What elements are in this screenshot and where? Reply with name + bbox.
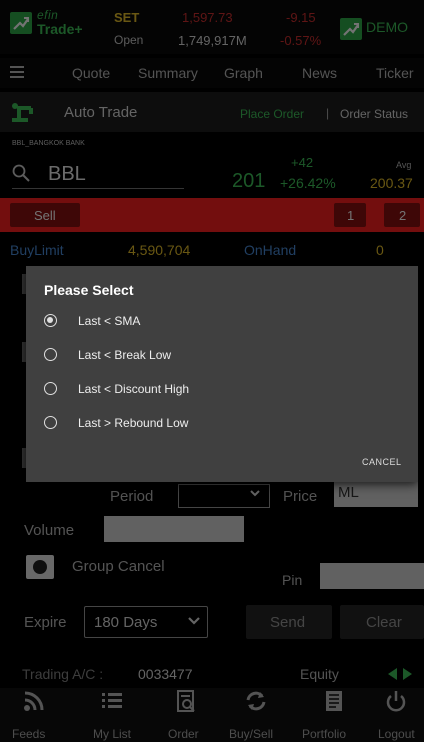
bottom-nav-label: Feeds	[12, 727, 46, 741]
feeds-icon	[24, 691, 44, 711]
price-label: Price	[283, 488, 318, 505]
market-volume: 1,749,917M	[178, 33, 247, 48]
dialog-option[interactable]: Last < SMA	[40, 308, 400, 336]
bottom-nav-label: My List	[93, 727, 132, 741]
bottom-nav-label: Portfolio	[302, 727, 347, 741]
brand-trade: Trade+	[37, 21, 83, 37]
select-dialog: Please Select Last < SMA Last < Break Lo…	[26, 266, 418, 482]
symbol-input[interactable]: BBL	[48, 163, 86, 186]
expire-value: 180 Days	[94, 614, 158, 631]
dialog-cancel-button[interactable]: CANCEL	[362, 457, 402, 467]
price-change-pct: +26.42%	[280, 175, 336, 191]
price-value: ML	[338, 484, 359, 501]
radio-unselected-icon	[44, 348, 57, 361]
group-cancel-label: Group Cancel	[72, 558, 165, 575]
dialog-option[interactable]: Last < Discount High	[40, 376, 400, 404]
bottom-nav-logout[interactable]	[366, 690, 424, 712]
tab-summary[interactable]: Summary	[138, 65, 198, 81]
radio-unselected-icon	[44, 382, 57, 395]
index-value: 1,597.73	[182, 10, 233, 25]
dialog-option[interactable]: Last < Break Low	[40, 342, 400, 370]
market-name: SET	[114, 10, 140, 25]
place-order-link[interactable]: Place Order	[240, 107, 304, 121]
bottom-nav-portfolio[interactable]	[304, 690, 364, 712]
chevron-down-icon	[188, 617, 200, 625]
robot-arm-icon	[12, 103, 33, 122]
list-icon	[102, 693, 122, 708]
auto-trade-title: Auto Trade	[64, 104, 138, 121]
buylimit-label: BuyLimit	[10, 242, 64, 258]
tab-news[interactable]: News	[302, 65, 337, 81]
search-icon[interactable]	[12, 164, 30, 182]
radio-selected-icon	[44, 314, 57, 327]
dialog-option-label: Last < SMA	[78, 314, 141, 328]
buysell-icon	[246, 691, 266, 711]
period-label: Period	[110, 488, 154, 505]
power-icon	[386, 691, 406, 712]
onhand-label: OnHand	[244, 242, 297, 258]
bottom-nav-label: Order	[168, 727, 199, 741]
dialog-option-label: Last < Discount High	[78, 382, 190, 396]
sell-label: Sell	[34, 208, 56, 223]
symbol-underline	[12, 188, 184, 189]
index-change: -9.15	[286, 10, 316, 25]
clear-label: Clear	[366, 614, 402, 631]
option-1-label: 1	[347, 208, 355, 223]
send-label: Send	[270, 614, 306, 631]
group-cancel-dot	[33, 560, 47, 574]
market-session: Open	[114, 33, 144, 47]
bottom-nav-mylist[interactable]	[82, 690, 142, 712]
tab-quote[interactable]: Quote	[72, 65, 110, 81]
expire-label: Expire	[24, 614, 67, 631]
link-separator: |	[326, 106, 330, 120]
bottom-nav-label: Logout	[378, 727, 415, 741]
dialog-option-label: Last > Rebound Low	[78, 416, 189, 430]
pin-label: Pin	[282, 572, 303, 588]
dialog-option[interactable]: Last > Rebound Low	[40, 410, 400, 438]
pin-input[interactable]	[320, 563, 424, 589]
avg-label: Avg	[396, 160, 412, 170]
market-header: efin Trade+ SET Open 1,597.73 1,749,917M…	[0, 0, 424, 54]
volume-input[interactable]	[104, 516, 244, 542]
bottom-nav-feeds[interactable]	[4, 690, 64, 712]
tab-ticker[interactable]: Ticker	[376, 65, 414, 81]
demo-logo-icon	[340, 18, 362, 40]
nav-tabs: Quote Summary Graph News Ticker	[0, 58, 424, 88]
order-icon	[177, 690, 195, 712]
hamburger-menu-icon[interactable]	[10, 66, 24, 78]
chevron-down-icon	[250, 490, 260, 497]
order-status-link[interactable]: Order Status	[340, 107, 408, 121]
left-right-arrows-icon[interactable]	[388, 668, 412, 680]
portfolio-icon	[326, 691, 342, 711]
auto-trade-bar: Auto Trade Place Order | Order Status	[0, 92, 424, 132]
tab-graph[interactable]: Graph	[224, 65, 263, 81]
stock-name: BBL_BANGKOK BANK	[12, 140, 85, 147]
index-change-pct: -0.57%	[280, 33, 322, 48]
bottom-nav-order[interactable]	[156, 690, 216, 712]
bottom-nav-label: Buy/Sell	[229, 727, 274, 741]
option-2-label: 2	[399, 208, 407, 223]
trading-ac-value: 0033477	[138, 666, 193, 682]
dialog-title: Please Select	[44, 282, 134, 298]
trading-ac-label: Trading A/C :	[22, 666, 104, 682]
avg-price: 200.37	[370, 175, 413, 191]
volume-label: Volume	[24, 522, 75, 539]
bottom-nav-buysell[interactable]	[226, 690, 286, 712]
brand-efin: efin	[37, 8, 59, 22]
price-change: +42	[291, 155, 314, 170]
efin-logo-icon	[10, 12, 32, 34]
onhand-value: 0	[376, 242, 384, 258]
last-price: 201	[232, 170, 266, 192]
dialog-option-label: Last < Break Low	[78, 348, 172, 362]
radio-unselected-icon	[44, 416, 57, 429]
mode-badge[interactable]: DEMO	[366, 19, 408, 35]
buylimit-value: 4,590,704	[128, 242, 191, 258]
equity-label: Equity	[300, 666, 339, 682]
